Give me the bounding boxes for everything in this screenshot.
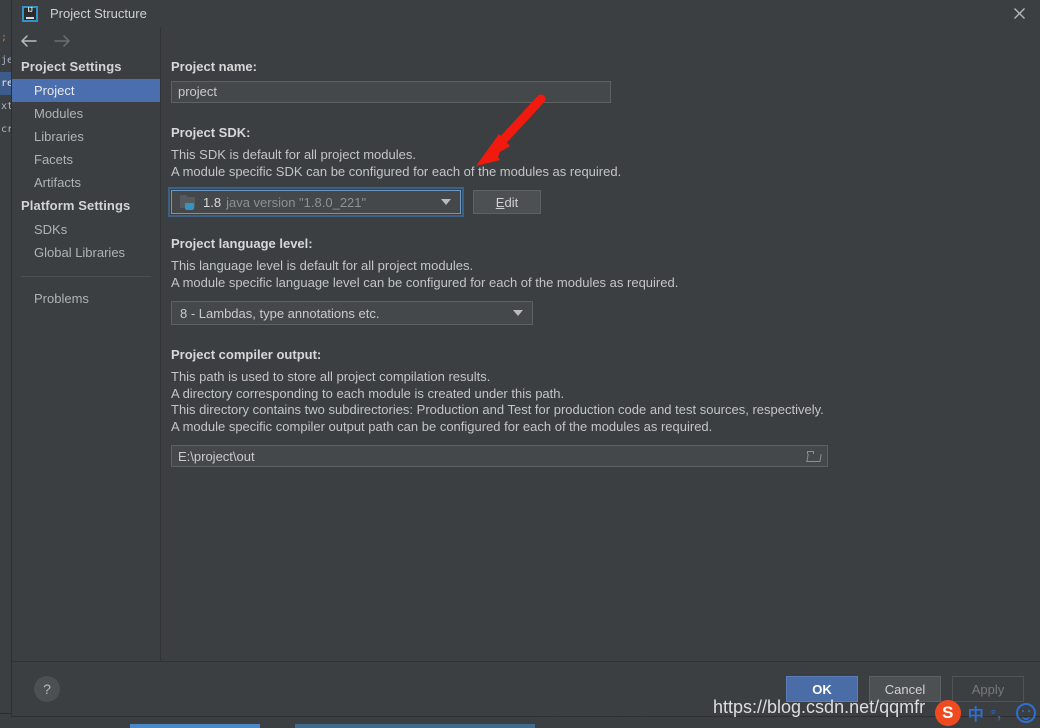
folder-java-icon — [180, 195, 197, 210]
language-level-value: 8 - Lambdas, type annotations etc. — [180, 305, 380, 321]
intellij-logo-icon: IJ — [22, 5, 38, 22]
back-button[interactable] — [18, 31, 38, 51]
sidebar-item-libraries[interactable]: Libraries — [12, 125, 160, 148]
sidebar-item-global-libraries[interactable]: Global Libraries — [12, 241, 160, 264]
ime-language-indicator[interactable]: 中 — [968, 701, 984, 725]
language-level-desc-2: A module specific language level can be … — [171, 274, 679, 290]
settings-content-pane: Project name: project Project SDK: This … — [161, 27, 1040, 661]
project-sdk-desc-2: A module specific SDK can be configured … — [171, 163, 622, 179]
sdk-edit-button[interactable]: Edit — [473, 190, 541, 214]
language-level-label: Project language level: — [171, 236, 313, 251]
project-sdk-detail: java version "1.8.0_221" — [226, 194, 367, 210]
screen-root: ; je re xt cr ve scanning files to index… — [0, 0, 1040, 728]
compiler-output-desc-4: A module specific compiler output path c… — [171, 418, 713, 434]
compiler-output-desc-1: This path is used to store all project c… — [171, 369, 491, 384]
intellij-logo-text: IJ — [27, 6, 33, 14]
close-icon — [1013, 8, 1025, 19]
dialog-body: Project Settings Project Modules Librari… — [12, 27, 1040, 661]
arrow-right-icon — [53, 35, 70, 47]
project-sdk-combo[interactable]: 1.8 java version "1.8.0_221" — [168, 187, 464, 217]
project-structure-dialog: IJ Project Structure Project Settings Pr… — [12, 0, 1040, 716]
project-name-label: Project name: — [171, 59, 257, 74]
compiler-output-label: Project compiler output: — [171, 347, 322, 362]
forward-button[interactable] — [52, 31, 72, 51]
sogou-ime-icon[interactable]: S — [934, 700, 961, 726]
sidebar-item-facets[interactable]: Facets — [12, 148, 160, 171]
project-name-input[interactable]: project — [171, 81, 611, 103]
close-button[interactable] — [998, 0, 1040, 27]
dialog-title-bar: IJ Project Structure — [12, 0, 1040, 27]
ide-taskbar-tab — [295, 724, 535, 728]
sidebar-divider — [21, 276, 151, 277]
dialog-title: Project Structure — [50, 6, 147, 21]
project-sdk-label: Project SDK: — [171, 125, 251, 140]
smiley-icon[interactable] — [1016, 703, 1036, 723]
project-sdk-desc-1: This SDK is default for all project modu… — [171, 147, 416, 162]
chevron-down-icon — [441, 199, 451, 205]
compiler-output-desc-2: A directory corresponding to each module… — [171, 385, 565, 401]
compiler-output-desc-3: This directory contains two subdirectori… — [171, 402, 824, 417]
language-level-combo[interactable]: 8 - Lambdas, type annotations etc. — [171, 301, 533, 325]
sidebar-group-project-settings: Project Settings — [21, 59, 122, 74]
compiler-output-value: E:\project\out — [178, 448, 255, 464]
project-sdk-version: 1.8 — [203, 194, 222, 210]
sdk-edit-mnemonic: E — [495, 194, 505, 210]
ime-punctuation-toggle[interactable]: °， — [991, 704, 1009, 723]
intellij-logo-bar — [26, 16, 34, 19]
folder-browse-icon[interactable] — [806, 450, 822, 462]
sdk-edit-rest: dit — [504, 194, 519, 210]
ide-taskbar-tab-active — [130, 724, 260, 728]
apply-button: Apply — [952, 676, 1024, 702]
chevron-down-icon — [513, 310, 523, 316]
sidebar-item-project[interactable]: Project — [12, 79, 160, 102]
sidebar-item-sdks[interactable]: SDKs — [12, 218, 160, 241]
arrow-left-icon — [20, 35, 37, 47]
sidebar-item-problems[interactable]: Problems — [12, 287, 160, 310]
navigation-arrows — [12, 27, 160, 55]
help-button[interactable]: ? — [34, 676, 60, 702]
watermark-text: https://blog.csdn.net/qqmfr — [713, 697, 926, 717]
compiler-output-input[interactable]: E:\project\out — [171, 445, 828, 467]
sidebar-group-platform-settings: Platform Settings — [21, 198, 131, 213]
project-sdk-row: 1.8 java version "1.8.0_221" Edit — [168, 187, 1040, 217]
language-level-desc-1: This language level is default for all p… — [171, 258, 474, 273]
sidebar-item-artifacts[interactable]: Artifacts — [12, 171, 160, 194]
system-tray: S 中 °， — [934, 700, 1036, 726]
sidebar-item-modules[interactable]: Modules — [12, 102, 160, 125]
settings-sidebar: Project Settings Project Modules Librari… — [12, 27, 161, 661]
